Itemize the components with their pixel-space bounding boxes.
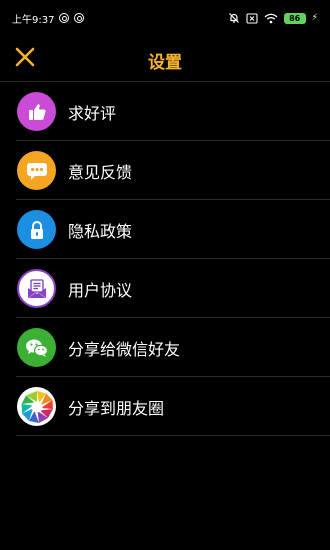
menu-label-agreement: 用户协议 [68,280,133,300]
status-bar: 上午9:37 86 ⚡ [0,0,330,36]
sync-icon [59,13,70,23]
menu-label-share-wechat: 分享给微信好友 [68,339,181,359]
lock-icon [17,210,56,249]
settings-screen: 上午9:37 86 ⚡ 设置 求好评 意见反馈 隐私政策 用户协议 分享给微信好… [0,0,330,550]
page-title: 设置 [148,53,182,73]
wechat-icon [17,328,56,367]
menu-label-share-moments: 分享到朋友圈 [68,398,165,418]
status-left: 上午9:37 [12,11,85,26]
menu-item-share-wechat[interactable]: 分享给微信好友 [0,318,330,377]
thumbs-up-icon [17,92,56,131]
chat-bubble-icon [17,151,56,190]
menu-label-rate: 求好评 [68,103,117,123]
menu-item-feedback[interactable]: 意见反馈 [0,141,330,200]
status-time: 上午9:37 [12,14,55,26]
menu-item-privacy[interactable]: 隐私政策 [0,200,330,259]
menu-label-feedback: 意见反馈 [68,162,133,182]
battery-indicator: 86 [283,12,306,24]
menu-item-agreement[interactable]: 用户协议 [0,259,330,318]
mute-bell-icon [228,12,240,24]
status-right: 86 ⚡ [228,12,318,24]
app-header: 设置 [0,36,330,82]
charging-icon: ⚡ [311,13,318,23]
location-icon [74,13,85,23]
wifi-icon [264,13,278,24]
menu-label-privacy: 隐私政策 [68,221,133,241]
document-envelope-icon [17,269,56,308]
settings-menu: 求好评 意见反馈 隐私政策 用户协议 分享给微信好友 分享到朋友圈 [0,82,330,436]
menu-item-rate[interactable]: 求好评 [0,82,330,141]
menu-item-share-moments[interactable]: 分享到朋友圈 [0,377,330,436]
no-sim-icon [246,12,258,24]
moments-aperture-icon [17,387,56,426]
